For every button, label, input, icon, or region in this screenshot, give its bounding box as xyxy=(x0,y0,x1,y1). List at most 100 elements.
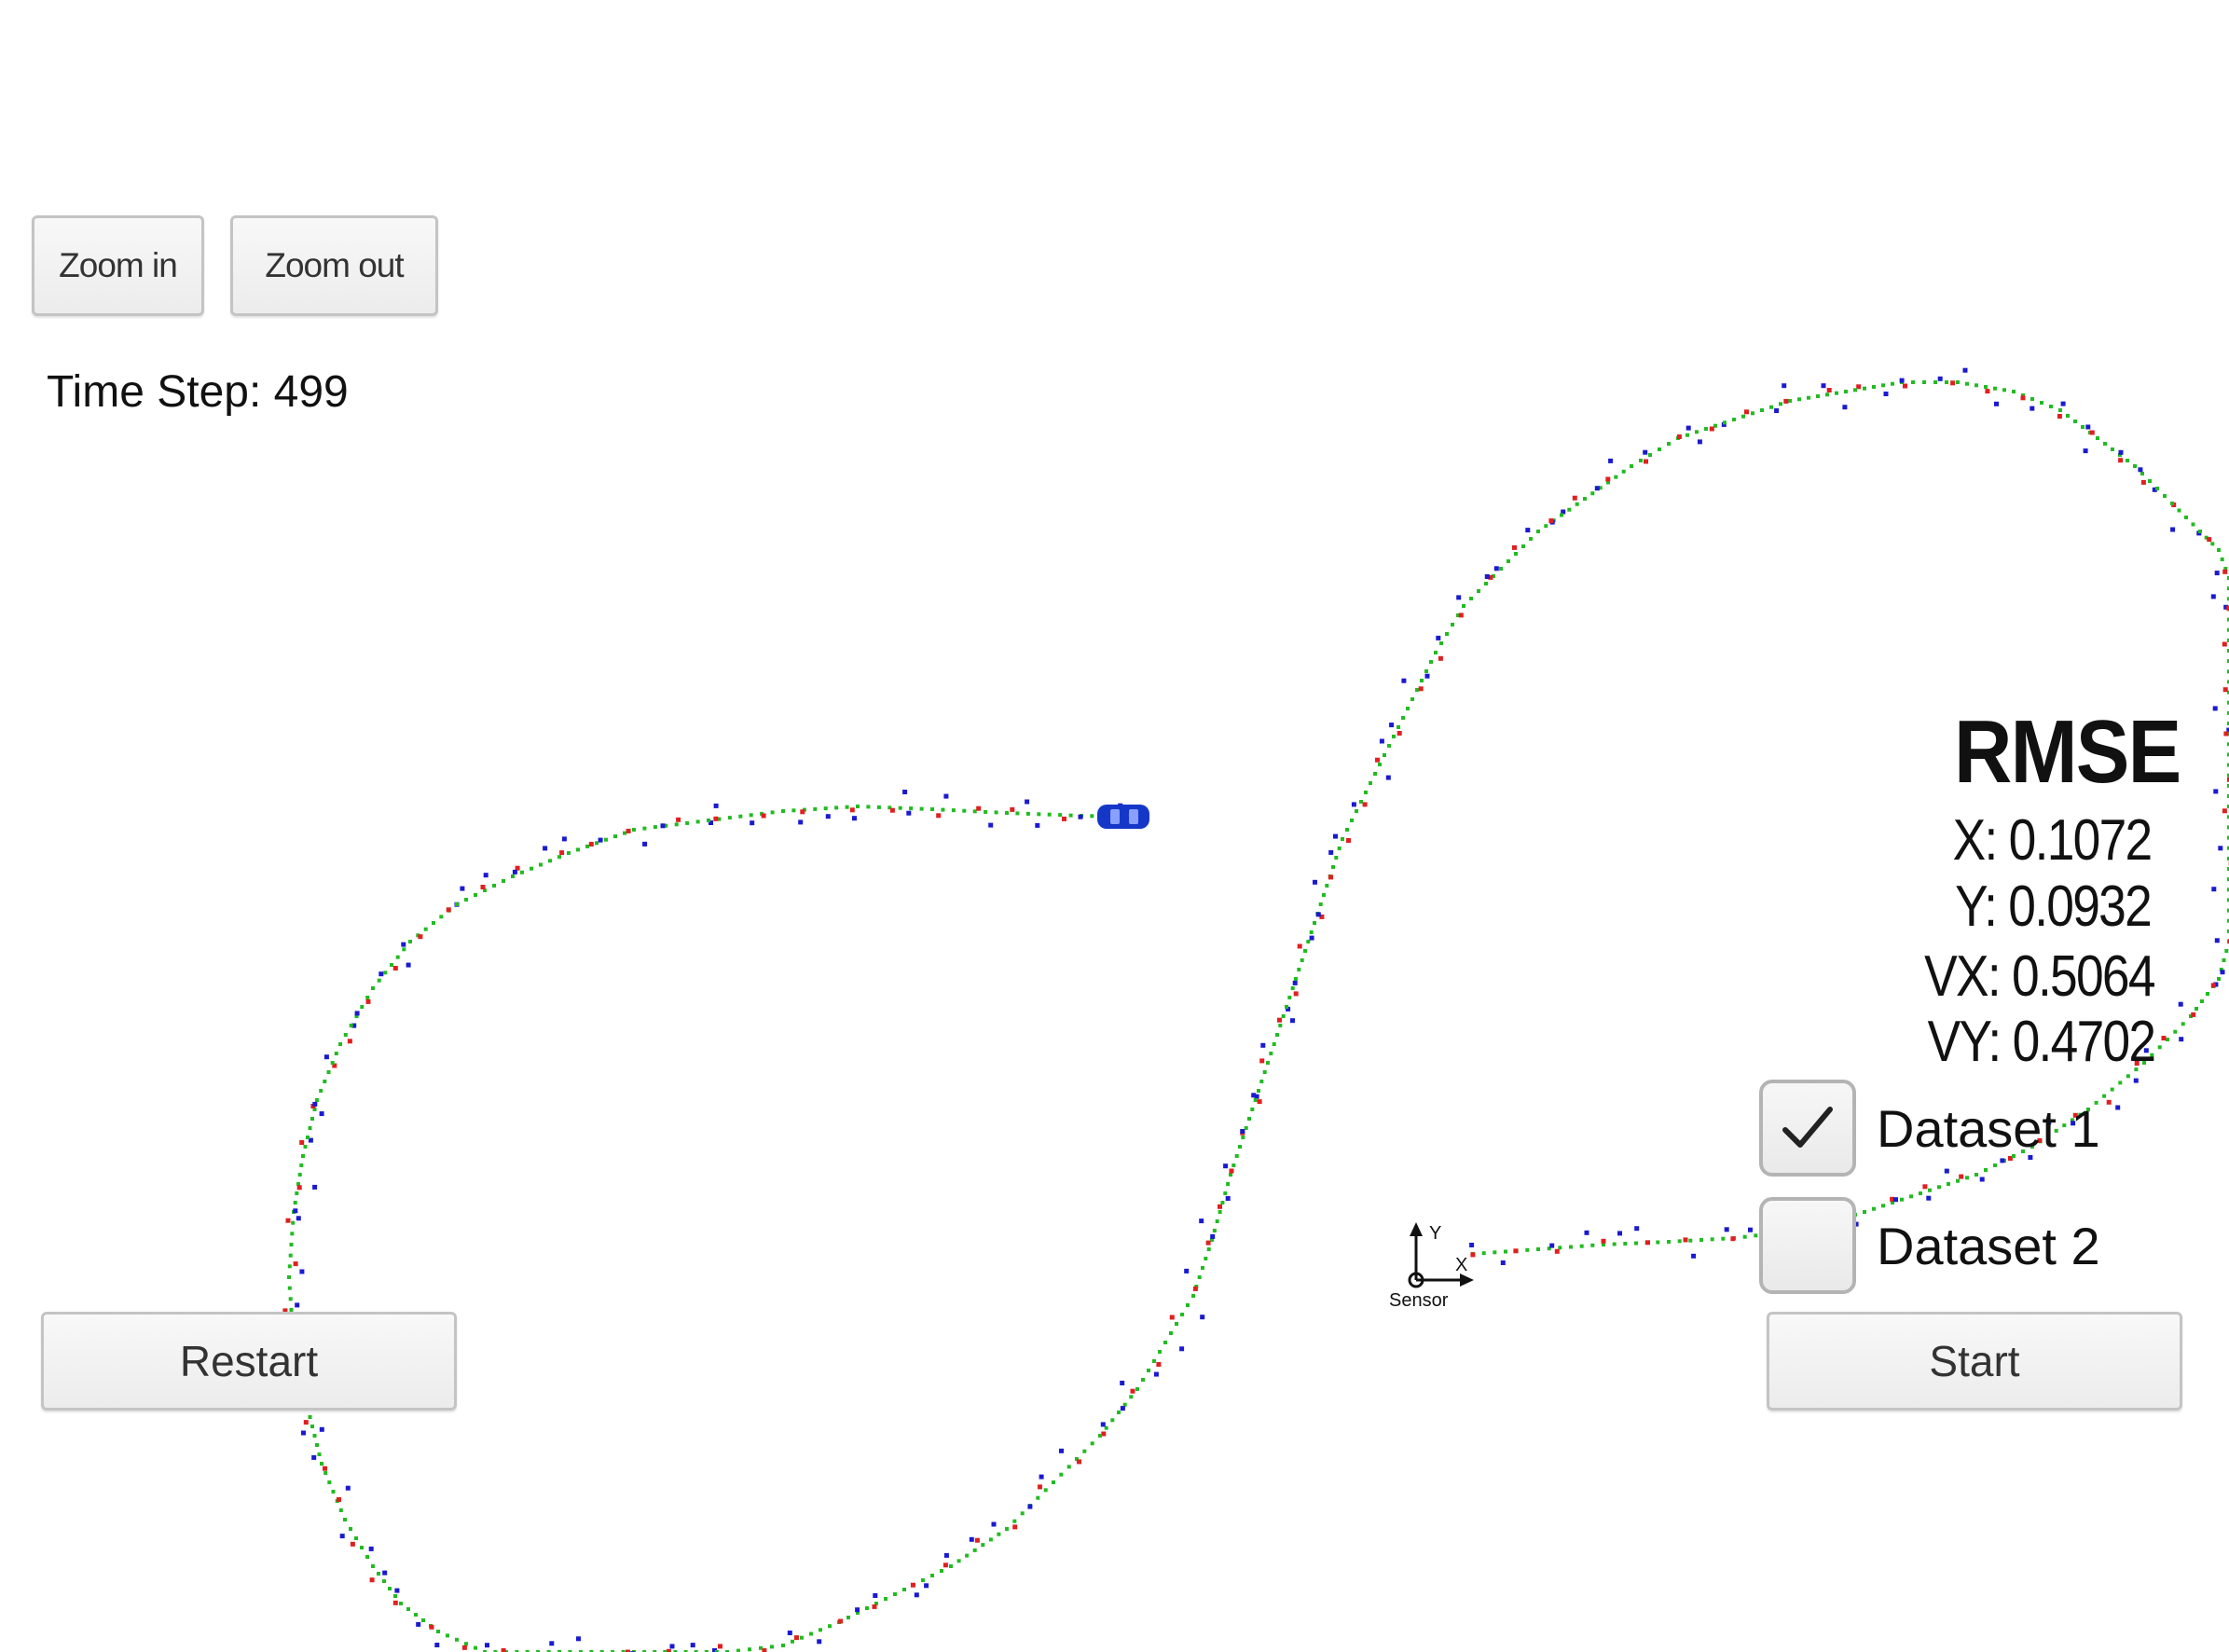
lidar-marker xyxy=(1257,1099,1262,1105)
estimate-marker xyxy=(921,1578,925,1582)
estimate-marker xyxy=(1863,386,1866,391)
radar-marker xyxy=(1199,1218,1204,1224)
estimate-marker xyxy=(1648,453,1652,457)
estimate-marker xyxy=(1234,1154,1239,1158)
estimate-marker xyxy=(1825,392,1829,397)
estimate-marker xyxy=(1047,812,1052,817)
dataset-2-checkbox[interactable] xyxy=(1759,1197,1856,1294)
radar-marker xyxy=(1979,1177,1985,1182)
lidar-marker xyxy=(1438,655,1443,661)
estimate-marker xyxy=(1769,405,1773,409)
start-button[interactable]: Start xyxy=(1767,1312,2182,1411)
estimate-marker xyxy=(1043,1488,1048,1493)
dataset-1-option[interactable]: Dataset 1 xyxy=(1759,1080,2100,1177)
estimate-marker xyxy=(2191,522,2195,527)
estimate-marker xyxy=(949,1564,953,1568)
y-axis-label: Y xyxy=(1429,1223,1441,1244)
estimate-marker xyxy=(1220,1201,1225,1205)
estimate-marker xyxy=(331,1490,336,1494)
estimate-marker xyxy=(295,1191,299,1195)
estimate-marker xyxy=(1281,1014,1286,1018)
estimate-marker xyxy=(2210,542,2215,546)
dataset-2-option[interactable]: Dataset 2 xyxy=(1759,1197,2100,1294)
estimate-marker xyxy=(301,1154,305,1158)
estimate-marker xyxy=(1481,1251,1486,1256)
estimate-marker xyxy=(1710,1237,1714,1242)
estimate-marker xyxy=(1688,1238,1693,1243)
lidar-marker xyxy=(1644,459,1648,464)
estimate-marker xyxy=(474,1645,477,1650)
estimate-marker xyxy=(2170,502,2174,505)
radar-marker xyxy=(2060,401,2066,406)
estimate-marker xyxy=(770,810,775,815)
estimate-marker xyxy=(502,879,505,883)
dataset-1-checkbox[interactable] xyxy=(1759,1080,1856,1177)
estimate-marker xyxy=(1667,1240,1671,1244)
estimate-marker xyxy=(1477,589,1480,593)
estimate-marker xyxy=(585,844,589,848)
estimate-marker xyxy=(320,1462,323,1466)
radar-marker xyxy=(1379,738,1384,744)
lidar-marker xyxy=(1293,991,1299,997)
estimate-marker xyxy=(1287,996,1292,999)
estimate-marker xyxy=(1928,1188,1932,1192)
estimate-marker xyxy=(1439,641,1443,645)
radar-marker xyxy=(434,1643,440,1647)
estimate-marker xyxy=(1369,781,1372,785)
radar-marker xyxy=(1292,980,1298,985)
restart-button[interactable]: Restart xyxy=(41,1312,457,1411)
estimate-marker xyxy=(388,1587,392,1590)
estimate-marker xyxy=(1614,475,1618,479)
estimate-marker xyxy=(884,1597,887,1601)
lidar-marker xyxy=(2222,808,2227,814)
estimate-marker xyxy=(1180,1313,1184,1316)
estimate-marker xyxy=(334,1052,338,1055)
estimate-marker xyxy=(1229,1173,1232,1177)
estimate-marker xyxy=(1536,1247,1540,1251)
estimate-marker xyxy=(383,971,388,975)
radar-marker xyxy=(1027,1504,1033,1509)
radar-marker xyxy=(943,1552,949,1558)
radar-marker xyxy=(406,962,411,968)
radar-marker xyxy=(852,816,857,821)
lidar-marker xyxy=(1683,1237,1688,1243)
lidar-marker xyxy=(2210,983,2216,988)
estimate-marker xyxy=(1383,753,1386,757)
estimate-marker xyxy=(323,1471,328,1475)
lidar-marker xyxy=(1277,1017,1282,1023)
estimate-marker xyxy=(828,1624,832,1629)
lidar-marker xyxy=(936,813,942,819)
estimate-marker xyxy=(474,893,477,897)
radar-marker xyxy=(2085,424,2091,430)
radar-marker xyxy=(1774,408,1780,413)
lidar-marker xyxy=(323,1466,327,1471)
estimate-marker xyxy=(695,819,700,824)
radar-marker xyxy=(798,819,804,825)
estimate-marker xyxy=(548,859,552,863)
lidar-marker xyxy=(849,807,855,813)
radar-marker xyxy=(1260,1042,1266,1048)
zoom-out-button[interactable]: Zoom out xyxy=(230,215,438,316)
estimate-marker xyxy=(956,1559,961,1563)
estimate-marker xyxy=(421,1618,425,1622)
estimate-marker xyxy=(1807,395,1810,400)
estimate-marker xyxy=(1544,524,1548,529)
lidar-marker xyxy=(1169,1315,1175,1320)
estimate-marker xyxy=(1911,380,1915,384)
estimate-marker xyxy=(1090,1441,1094,1446)
lidar-marker xyxy=(429,1624,434,1630)
estimate-marker xyxy=(1933,380,1937,384)
estimate-marker xyxy=(1919,1191,1922,1195)
lidar-marker xyxy=(910,1582,915,1588)
zoom-in-button[interactable]: Zoom in xyxy=(32,215,204,316)
estimate-marker xyxy=(2110,1087,2114,1092)
lidar-marker xyxy=(1038,1484,1042,1490)
lidar-marker xyxy=(461,1645,467,1650)
estimate-marker xyxy=(941,807,945,812)
estimate-marker xyxy=(738,814,743,819)
estimate-marker xyxy=(940,1569,943,1573)
dataset-2-label: Dataset 2 xyxy=(1877,1216,2100,1275)
estimate-marker xyxy=(1058,813,1063,818)
dataset-1-label: Dataset 1 xyxy=(1877,1098,2100,1158)
estimate-marker xyxy=(1974,383,1978,388)
